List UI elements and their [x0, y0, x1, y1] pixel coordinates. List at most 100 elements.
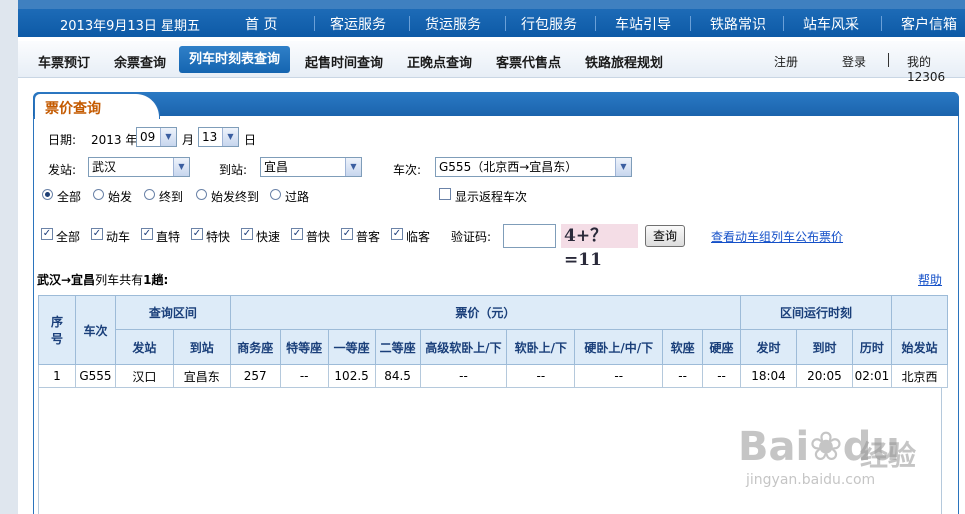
radio-all[interactable] — [42, 189, 53, 200]
register-link[interactable]: 注册 — [774, 53, 798, 70]
header-interval: 查询区间 — [114, 295, 231, 330]
day-label: 日 — [244, 133, 257, 147]
type-checkbox-emu[interactable]: ✓ — [91, 228, 103, 240]
month-label: 月 — [182, 133, 195, 147]
radio-terminal[interactable] — [144, 189, 155, 200]
header-price: 票价（元） — [229, 295, 742, 330]
menu-ticket-booking[interactable]: 车票预订 — [38, 52, 90, 71]
type-label-ordinary-fast: 普快 — [306, 230, 331, 244]
header-origin: 始发站 — [890, 329, 949, 365]
nav-freight-service[interactable]: 货运服务 — [425, 14, 481, 34]
day-value: 13 — [202, 130, 218, 144]
help-link[interactable]: 帮助 — [918, 271, 942, 288]
header-duration: 历时 — [851, 329, 892, 365]
result-summary: 武汉→宜昌列车共有1趟: — [37, 271, 168, 288]
nav-passenger-service[interactable]: 客运服务 — [330, 14, 386, 34]
type-label-all: 全部 — [56, 230, 81, 244]
watermark-brand-part1: Bai — [738, 424, 810, 470]
type-checkbox-express[interactable]: ✓ — [191, 228, 203, 240]
type-checkbox-temporary[interactable]: ✓ — [391, 228, 403, 240]
captcha-input[interactable] — [503, 224, 556, 248]
header-hard-seat: 硬座 — [702, 329, 742, 365]
nav-separator — [505, 16, 506, 31]
nav-baggage-service[interactable]: 行包服务 — [521, 14, 577, 34]
nav-separator — [314, 16, 315, 31]
train-label: 车次: — [393, 163, 422, 177]
header-business: 商务座 — [229, 329, 281, 365]
radio-origin-terminal[interactable] — [196, 189, 207, 200]
radio-passing-label: 过路 — [285, 190, 310, 204]
header-to: 到站 — [172, 329, 231, 365]
train-value: G555（北京西→宜昌东） — [439, 160, 578, 174]
cell-first: 102.5 — [327, 364, 376, 388]
type-checkbox-fast[interactable]: ✓ — [241, 228, 253, 240]
nav-separator — [409, 16, 410, 31]
login-link[interactable]: 登录 — [842, 53, 866, 70]
radio-passing[interactable] — [270, 189, 281, 200]
captcha-image: 4+？=11 — [561, 224, 638, 270]
return-trip-label: 显示返程车次 — [455, 190, 528, 204]
baidu-jingyan-watermark: Bai❀du 经验 jingyan.baidu.com — [738, 420, 958, 500]
chevron-down-icon: ▼ — [615, 158, 631, 176]
watermark-url: jingyan.baidu.com — [746, 472, 876, 488]
menu-divider — [888, 53, 889, 67]
chevron-down-icon: ▼ — [345, 158, 361, 176]
menu-timetable-query[interactable]: 列车时刻表查询 — [179, 46, 291, 73]
type-checkbox-all[interactable]: ✓ — [41, 228, 53, 240]
cell-deluxe-soft-sleeper: -- — [419, 364, 508, 388]
nav-railway-knowledge[interactable]: 铁路常识 — [710, 14, 766, 34]
header-seq: 序号 — [38, 295, 76, 365]
type-label-fast: 快速 — [256, 230, 281, 244]
train-select[interactable]: G555（北京西→宜昌东） ▼ — [435, 157, 632, 177]
header-first: 一等座 — [327, 329, 376, 365]
left-sidebar-strip — [0, 0, 18, 514]
to-station-label: 到站: — [219, 163, 248, 177]
radio-origin-label: 始发 — [108, 190, 133, 204]
day-select[interactable]: 13 ▼ — [198, 127, 239, 147]
header-hard-sleeper: 硬卧上/中/下 — [574, 329, 664, 365]
menu-sale-time-query[interactable]: 起售时间查询 — [305, 52, 383, 71]
menu-ticket-agents[interactable]: 客票代售点 — [496, 52, 561, 71]
month-select[interactable]: 09 ▼ — [136, 127, 177, 147]
return-trip-checkbox[interactable] — [439, 188, 451, 200]
my-12306-link[interactable]: 我的12306 — [907, 53, 965, 84]
cell-origin: 北京西 — [890, 364, 949, 388]
nav-customer-mailbox[interactable]: 客户信箱 — [901, 14, 957, 34]
type-checkbox-ordinary-fast[interactable]: ✓ — [291, 228, 303, 240]
nav-separator — [783, 16, 784, 31]
header-blank — [890, 295, 949, 330]
type-checkbox-ordinary[interactable]: ✓ — [341, 228, 353, 240]
header-depart: 发时 — [740, 329, 797, 365]
emu-fare-link[interactable]: 查看动车组列车公布票价 — [711, 228, 843, 245]
cell-hard-seat: -- — [702, 364, 742, 388]
chevron-down-icon: ▼ — [160, 128, 176, 146]
chevron-down-icon: ▼ — [173, 158, 189, 176]
cell-arrive: 20:05 — [795, 364, 853, 388]
radio-origin[interactable] — [93, 189, 104, 200]
panel-tab: 票价查询 — [34, 93, 160, 119]
nav-station-guide[interactable]: 车站引导 — [615, 14, 671, 34]
type-checkbox-direct[interactable]: ✓ — [141, 228, 153, 240]
table-row: 1 G555 汉口 宜昌东 257 -- 102.5 84.5 -- -- --… — [38, 364, 949, 388]
menu-punctuality-query[interactable]: 正晚点查询 — [407, 52, 472, 71]
year-text: 2013 年 — [91, 133, 138, 147]
from-station-select[interactable]: 武汉 ▼ — [88, 157, 190, 177]
cell-to: 宜昌东 — [172, 364, 231, 388]
menu-remaining-tickets[interactable]: 余票查询 — [114, 52, 166, 71]
cell-business: 257 — [229, 364, 281, 388]
header-soft-sleeper: 软卧上/下 — [506, 329, 576, 365]
count-pre: 列车共有 — [95, 273, 144, 287]
nav-separator — [881, 16, 882, 31]
header-train: 车次 — [74, 295, 116, 365]
cell-duration: 02:01 — [851, 364, 892, 388]
top-nav: 2013年9月13日 星期五 首 页 客运服务 货运服务 行包服务 车站引导 铁… — [18, 9, 965, 37]
query-button[interactable]: 查询 — [645, 225, 685, 247]
cell-from: 汉口 — [114, 364, 174, 388]
nav-home[interactable]: 首 页 — [245, 14, 277, 34]
header-soft-seat: 软座 — [662, 329, 704, 365]
type-label-express: 特快 — [206, 230, 231, 244]
to-station-select[interactable]: 宜昌 ▼ — [260, 157, 362, 177]
panel-header — [33, 92, 959, 116]
nav-station-style[interactable]: 站车风采 — [803, 14, 859, 34]
menu-journey-planning[interactable]: 铁路旅程规划 — [585, 52, 663, 71]
